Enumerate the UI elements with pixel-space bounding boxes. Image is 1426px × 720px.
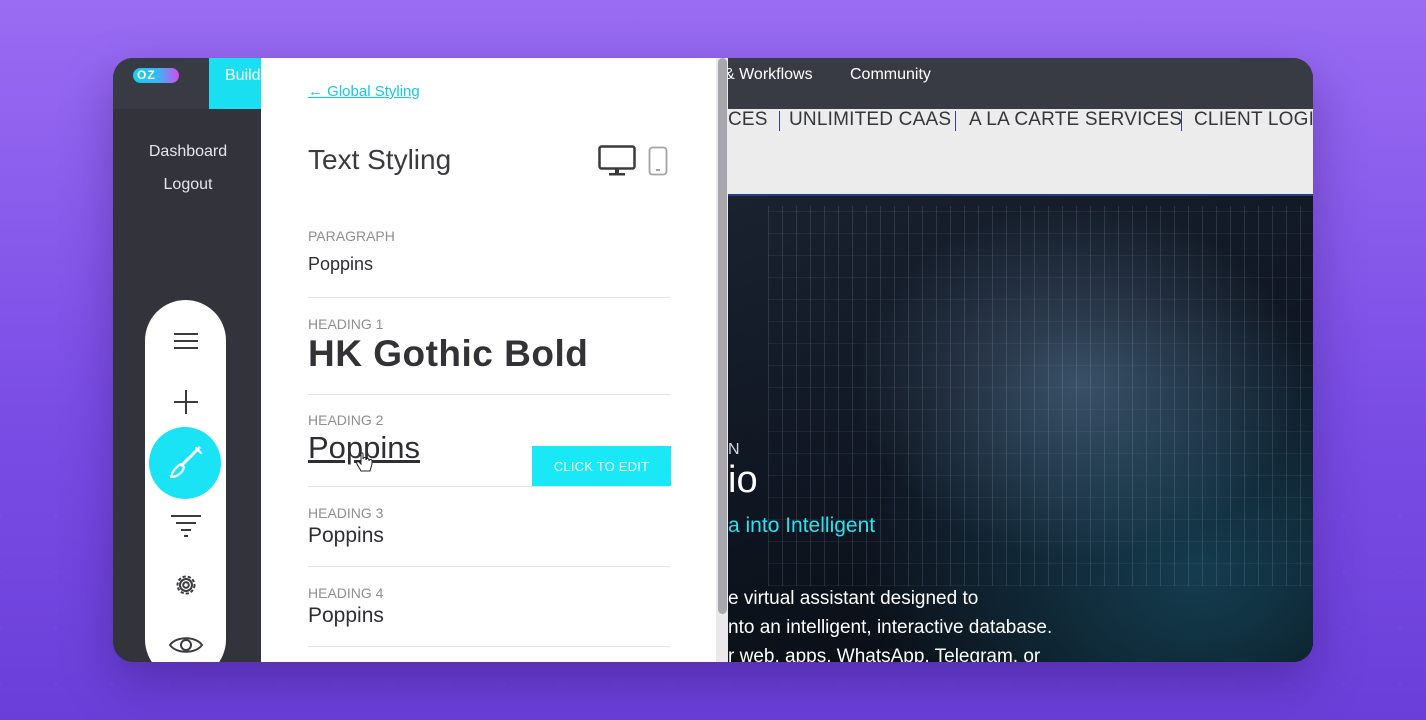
- section-value: Poppins: [308, 254, 374, 274]
- plus-icon: [173, 390, 198, 414]
- section-value: Poppins: [308, 604, 384, 627]
- style-button[interactable]: [149, 427, 221, 499]
- app-window: OZ Build & Workflows Community Dashboard…: [113, 58, 1313, 662]
- section-label: HEADING 4: [308, 585, 384, 601]
- preview-nav-item[interactable]: CES: [728, 109, 768, 131]
- desktop-icon[interactable]: [598, 145, 636, 177]
- heading1-font-row[interactable]: HEADING 1 HK Gothic Bold: [308, 316, 670, 395]
- section-value: HK Gothic Bold: [308, 333, 589, 374]
- nav-workflows[interactable]: & Workflows: [724, 66, 813, 84]
- add-button[interactable]: [145, 389, 226, 415]
- section-label: PARAGRAPH: [308, 228, 395, 244]
- gear-icon: [176, 575, 195, 595]
- preview-button[interactable]: [145, 630, 226, 660]
- nav-separator: [1181, 111, 1182, 131]
- website-preview: CES UNLIMITED CAAS A LA CARTE SERVICES C…: [728, 109, 1313, 662]
- heading3-font-row[interactable]: HEADING 3 Poppins: [308, 505, 670, 567]
- hero-subtitle: a into Intelligent: [728, 514, 876, 537]
- panel-scrollbar-thumb[interactable]: [718, 58, 727, 614]
- click-to-edit-button[interactable]: CLICK TO EDIT: [532, 446, 671, 486]
- filter-icon: [170, 515, 201, 537]
- menu-icon: [173, 333, 198, 349]
- nav-community[interactable]: Community: [850, 66, 931, 84]
- paragraph-font-row[interactable]: PARAGRAPH Poppins: [308, 228, 670, 298]
- section-label: HEADING 1: [308, 316, 384, 332]
- preview-nav-item[interactable]: UNLIMITED CAAS: [789, 109, 951, 131]
- hero-body-line: e virtual assistant designed to: [728, 588, 979, 609]
- logo-text: OZ: [137, 68, 156, 82]
- hero-title: io: [728, 459, 758, 501]
- settings-button[interactable]: [145, 570, 226, 600]
- app-logo[interactable]: OZ: [133, 68, 179, 83]
- preview-nav-item[interactable]: CLIENT LOGIN: [1194, 109, 1313, 131]
- section-value: Poppins: [308, 524, 384, 547]
- hero-eyebrow: N: [728, 441, 740, 458]
- preview-nav-bar: CES UNLIMITED CAAS A LA CARTE SERVICES C…: [728, 109, 1313, 196]
- hero-body-line: nto an intelligent, interactive database…: [728, 617, 1053, 638]
- mobile-icon[interactable]: [648, 146, 668, 176]
- hand-cursor-icon: [356, 452, 373, 472]
- hero-body-line: r web, apps, WhatsApp, Telegram, or: [728, 646, 1041, 662]
- sidebar-item-logout[interactable]: Logout: [113, 176, 263, 194]
- back-to-global-styling-link[interactable]: ← Global Styling: [308, 83, 420, 100]
- tab-build[interactable]: Build: [209, 58, 265, 109]
- menu-button[interactable]: [145, 328, 226, 354]
- nav-separator: [779, 111, 780, 131]
- nav-separator: [955, 111, 956, 131]
- paintbrush-icon: [169, 446, 202, 479]
- section-label: HEADING 2: [308, 412, 384, 428]
- hero-section: N io a into Intelligent e virtual assist…: [728, 196, 1313, 662]
- text-styling-panel: ← Global Styling Text Styling PARAGRAPH …: [261, 58, 728, 662]
- heading4-font-row[interactable]: HEADING 4 Poppins: [308, 585, 670, 647]
- eye-icon: [168, 637, 203, 653]
- panel-title: Text Styling: [308, 144, 452, 175]
- filter-button[interactable]: [145, 512, 226, 538]
- device-toggle: [598, 145, 668, 177]
- sidebar-item-dashboard[interactable]: Dashboard: [113, 143, 263, 161]
- section-label: HEADING 3: [308, 505, 384, 521]
- preview-nav-item[interactable]: A LA CARTE SERVICES: [969, 109, 1182, 131]
